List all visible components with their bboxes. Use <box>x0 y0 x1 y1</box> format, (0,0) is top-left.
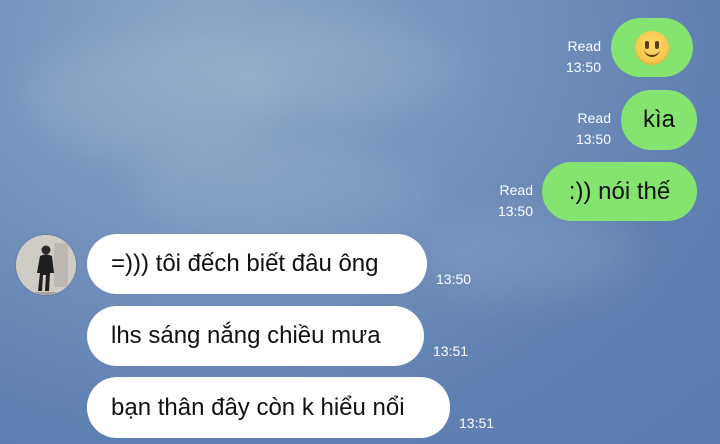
outgoing-message-bubble[interactable]: kìa <box>621 90 697 150</box>
incoming-message-bubble[interactable]: =))) tôi đếch biết đâu ông <box>87 234 427 294</box>
message-time: 13:50 <box>565 59 601 75</box>
message-time: 13:51 <box>433 343 469 359</box>
incoming-message-bubble[interactable]: bạn thân đây còn k hiểu nổi <box>87 377 450 438</box>
slightly-smiling-face-emoji-icon <box>635 30 669 65</box>
message-text: :)) nói thế <box>568 177 671 205</box>
incoming-message-bubble[interactable]: lhs sáng nắng chiều mưa <box>87 306 424 366</box>
contact-avatar[interactable] <box>16 235 76 295</box>
person-silhouette-icon <box>16 235 76 295</box>
read-label: Read <box>499 182 533 198</box>
message-text: kìa <box>642 106 675 133</box>
message-time: 13:51 <box>459 415 495 431</box>
message-time: 13:50 <box>436 271 472 287</box>
read-label: Read <box>567 38 601 54</box>
read-status: Read 13:50 <box>556 108 611 150</box>
message-text: bạn thân đây còn k hiểu nổi <box>111 393 405 421</box>
message-text: =))) tôi đếch biết đâu ông <box>111 250 379 277</box>
read-status: Read 13:50 <box>546 36 601 78</box>
message-time: 13:50 <box>575 131 611 147</box>
read-label: Read <box>577 110 611 126</box>
read-status: Read 13:50 <box>478 180 533 222</box>
background-cloud <box>230 20 470 120</box>
message-text: lhs sáng nắng chiều mưa <box>111 322 381 349</box>
message-time: 13:50 <box>497 203 533 219</box>
outgoing-message-bubble[interactable]: :)) nói thế <box>542 162 697 221</box>
